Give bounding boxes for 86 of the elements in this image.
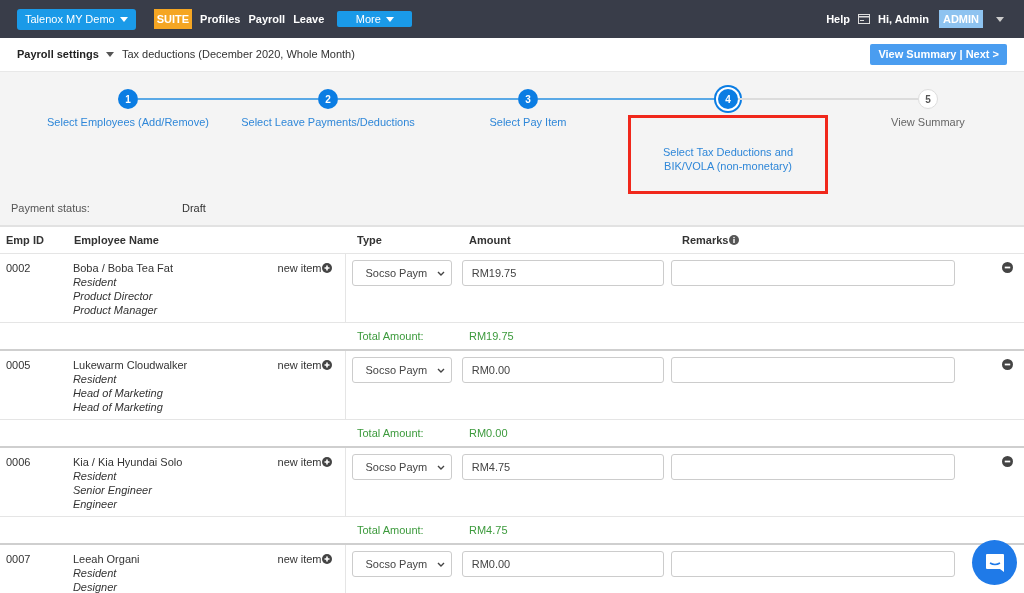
remarks-field[interactable] bbox=[671, 357, 956, 383]
type-select[interactable]: Socso Paym bbox=[352, 454, 453, 480]
new-item-link[interactable]: new item bbox=[277, 455, 332, 469]
step-number[interactable]: 5 bbox=[918, 89, 938, 109]
caret-icon bbox=[105, 52, 114, 57]
total-amount: RM0.00 bbox=[469, 425, 508, 441]
plus-icon bbox=[321, 554, 332, 564]
new-item-link[interactable]: new item bbox=[277, 552, 332, 566]
employee-detail: Product Director bbox=[72, 289, 153, 303]
emp-id: 0002 bbox=[5, 261, 32, 275]
greeting: Hi, Admin bbox=[878, 11, 929, 27]
suite-badge: SUITE bbox=[153, 8, 193, 30]
remove-icon[interactable] bbox=[1002, 456, 1014, 467]
total-label: Total Amount: bbox=[357, 425, 425, 441]
employee-detail: Resident bbox=[72, 372, 117, 386]
column-header: Emp ID bbox=[5, 232, 45, 248]
remarks-field[interactable] bbox=[671, 260, 956, 286]
amount-field[interactable]: RM0.00 bbox=[461, 551, 664, 577]
type-select[interactable]: Socso Paym bbox=[352, 357, 453, 383]
section-dropdown[interactable]: Payroll settings bbox=[17, 46, 114, 63]
column-header: Employee Name bbox=[74, 232, 160, 248]
column-header: Remarks bbox=[682, 232, 729, 248]
remarks-field[interactable] bbox=[671, 551, 956, 577]
caret-icon bbox=[996, 16, 1004, 22]
type-select[interactable]: Socso Paym bbox=[352, 551, 453, 577]
total-label: Total Amount: bbox=[357, 328, 425, 344]
type-select[interactable]: Socso Paym bbox=[352, 260, 453, 286]
status-label: Payment status: bbox=[11, 201, 91, 216]
employee-name: Lukewarm Cloudwalker bbox=[72, 358, 188, 372]
amount-field[interactable]: RM0.00 bbox=[461, 357, 664, 383]
chevron-icon bbox=[437, 367, 446, 373]
remarks-field[interactable] bbox=[671, 454, 956, 480]
chevron-icon bbox=[437, 464, 446, 470]
new-item-link[interactable]: new item bbox=[277, 261, 332, 275]
chevron-icon bbox=[437, 561, 446, 567]
step-label[interactable]: Select Leave Payments/Deductions bbox=[241, 115, 415, 129]
amount-field[interactable]: RM19.75 bbox=[461, 260, 664, 286]
employee-detail: Designer bbox=[72, 580, 117, 593]
employee-detail: Resident bbox=[72, 275, 117, 289]
column-header: Amount bbox=[468, 232, 512, 248]
page-title: Tax deductions (December 2020, Whole Month) bbox=[121, 47, 355, 63]
step-label[interactable]: Select Tax Deductions and BIK/VOLA (non-monetary) bbox=[653, 145, 803, 173]
chevron-icon bbox=[437, 270, 446, 276]
employee-detail: Senior Engineer bbox=[72, 483, 152, 497]
info-icon[interactable] bbox=[729, 235, 740, 245]
step-label[interactable]: View Summary bbox=[891, 115, 965, 129]
chat-button[interactable] bbox=[972, 540, 1017, 585]
remove-icon[interactable] bbox=[1002, 262, 1014, 273]
remove-icon[interactable] bbox=[1002, 359, 1014, 370]
employee-detail: Resident bbox=[72, 469, 117, 483]
step-number[interactable]: 1 bbox=[118, 89, 138, 109]
total-label: Total Amount: bbox=[357, 522, 425, 538]
column-header: Type bbox=[356, 232, 383, 248]
emp-id: 0007 bbox=[5, 552, 32, 566]
step-number[interactable]: 4 bbox=[718, 89, 738, 109]
help-link[interactable]: Help bbox=[826, 10, 850, 28]
employee-detail: Engineer bbox=[72, 497, 117, 511]
plus-icon bbox=[321, 263, 332, 273]
nav-link[interactable]: Profiles bbox=[200, 10, 241, 28]
status-value: Draft bbox=[182, 201, 206, 216]
total-amount: RM19.75 bbox=[469, 328, 514, 344]
employee-detail: Head of Marketing bbox=[72, 386, 163, 400]
role-badge: ADMIN bbox=[938, 9, 983, 29]
emp-id: 0006 bbox=[5, 455, 32, 469]
total-amount: RM4.75 bbox=[469, 522, 508, 538]
employee-name: Leeah Organi bbox=[72, 552, 140, 566]
nav-link[interactable]: Leave bbox=[293, 10, 325, 28]
caret-icon bbox=[385, 16, 394, 22]
plus-icon bbox=[321, 360, 332, 370]
new-item-link[interactable]: new item bbox=[277, 358, 332, 372]
card-icon[interactable] bbox=[858, 14, 870, 24]
employee-name: Kia / Kia Hyundai Solo bbox=[72, 455, 183, 469]
employee-detail: Product Manager bbox=[72, 303, 158, 317]
emp-id: 0005 bbox=[5, 358, 32, 372]
step-label[interactable]: Select Employees (Add/Remove) bbox=[47, 115, 209, 129]
step-number[interactable]: 2 bbox=[318, 89, 338, 109]
plus-icon bbox=[321, 457, 332, 467]
employee-detail: Resident bbox=[72, 566, 117, 580]
amount-field[interactable]: RM4.75 bbox=[461, 454, 664, 480]
caret-icon bbox=[119, 16, 128, 22]
nav-link[interactable]: Payroll bbox=[248, 10, 286, 28]
step-number[interactable]: 3 bbox=[518, 89, 538, 109]
employee-detail: Head of Marketing bbox=[72, 400, 163, 414]
employee-name: Boba / Boba Tea Fat bbox=[72, 261, 173, 275]
chat-icon bbox=[983, 551, 1006, 574]
step-label[interactable]: Select Pay Item bbox=[489, 115, 567, 129]
